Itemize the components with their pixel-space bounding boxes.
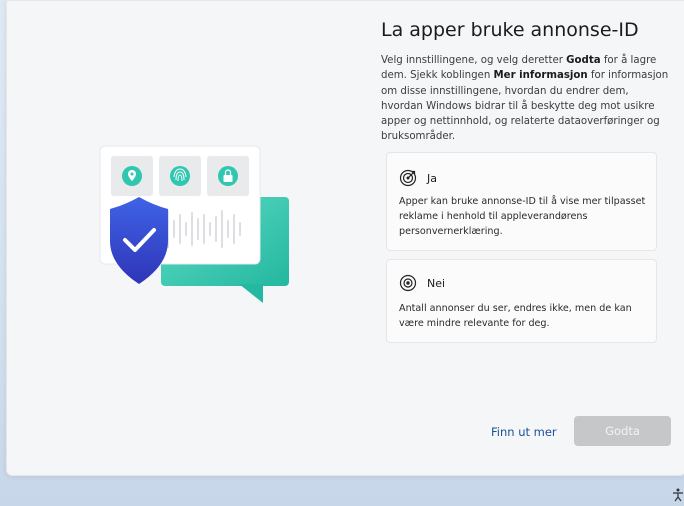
option-ja-description: Apper kan bruke annonse-ID til å vise me… xyxy=(399,196,646,237)
lock-icon xyxy=(218,166,238,186)
privacy-illustration xyxy=(99,145,289,303)
oobe-dialog: La apper bruke annonse-ID Velg innstilli… xyxy=(6,0,684,476)
option-ja-label: Ja xyxy=(427,171,437,185)
page-description: Velg innstillingene, og velg deretter Go… xyxy=(381,53,673,145)
description-text: Velg innstillingene, og velg deretter xyxy=(381,55,567,66)
option-nei-description: Antall annonser du ser, endres ikke, men… xyxy=(399,303,632,329)
option-ja[interactable]: Ja Apper kan bruke annonse-ID til å vise… xyxy=(386,152,657,251)
target-icon xyxy=(399,169,417,187)
description-bold-mer-informasjon: Mer informasjon xyxy=(493,70,588,82)
option-nei[interactable]: Nei Antall annonser du ser, endres ikke,… xyxy=(386,259,657,343)
accessibility-icon[interactable] xyxy=(672,488,684,502)
learn-more-link[interactable]: Finn ut mer xyxy=(491,425,557,439)
option-nei-label: Nei xyxy=(427,276,446,290)
accept-button[interactable]: Godta xyxy=(574,416,671,446)
location-pin-icon xyxy=(122,166,142,186)
fingerprint-icon xyxy=(170,166,190,186)
description-bold-godta: Godta xyxy=(566,55,601,66)
radio-circle-icon xyxy=(399,274,417,292)
page-title: La apper bruke annonse-ID xyxy=(381,19,639,41)
shield-check-icon xyxy=(110,197,168,284)
